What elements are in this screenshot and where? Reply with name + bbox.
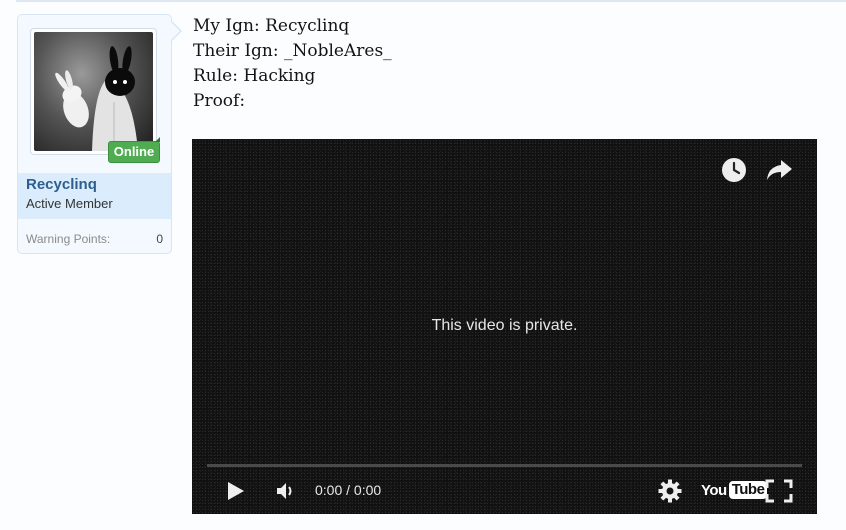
post-line-rule: Rule: Hacking [193,66,316,86]
clock-icon[interactable] [720,156,748,184]
video-player[interactable]: This video is private. 0:00 / 0:00 You T… [192,139,817,514]
play-icon[interactable] [222,479,248,503]
user-card: Recyclinq Active Member Warning Points: … [17,14,172,254]
gear-icon[interactable] [657,478,683,504]
video-time: 0:00 / 0:00 [315,482,382,498]
username-link[interactable]: Recyclinq [26,176,97,193]
share-icon[interactable] [764,156,794,184]
youtube-logo[interactable]: You Tube [701,479,768,501]
user-info: Recyclinq Active Member [18,173,171,219]
card-pointer-inner [170,21,180,41]
online-status-badge: Online [108,137,160,163]
volume-icon[interactable] [274,480,298,502]
user-title: Active Member [26,196,113,211]
video-private-message: This video is private. [431,317,578,334]
warning-points-label: Warning Points: [26,232,111,246]
youtube-logo-tube: Tube [728,481,768,499]
progress-bar[interactable] [207,464,802,467]
top-divider [16,0,846,2]
post-line-my-ign: My Ign: Recyclinq [193,16,350,36]
youtube-logo-you: You [701,481,727,499]
fullscreen-icon[interactable] [764,478,794,504]
avatar-image [34,32,153,151]
avatar[interactable] [30,28,157,155]
rabbit-figure-icon [55,46,138,151]
post-line-their-ign: Their Ign: _NobleAres_ [193,41,392,61]
post-line-proof: Proof: [193,91,246,111]
warning-points-value: 0 [156,232,163,246]
